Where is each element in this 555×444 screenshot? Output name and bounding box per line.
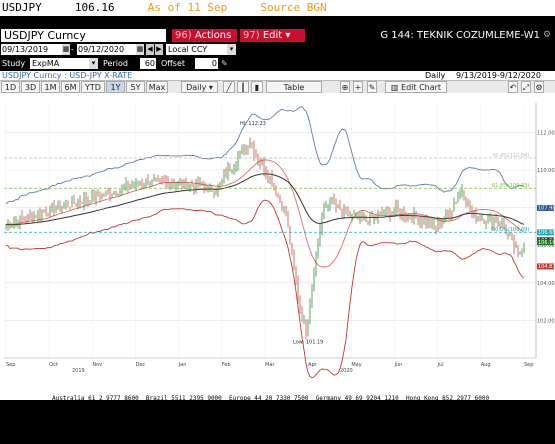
line-chart-icon[interactable]: ╱ bbox=[223, 81, 235, 93]
study-row: Study ExpMA ▾ Period 60 Offset 0 ✎ bbox=[0, 57, 555, 71]
period-button-ytd[interactable]: YTD bbox=[81, 81, 105, 93]
period-button-3d[interactable]: 3D bbox=[21, 81, 40, 93]
security-field[interactable]: USDJPY Curncy bbox=[1, 29, 166, 42]
table-button-label: Table bbox=[283, 83, 305, 92]
y-tick-label: 110.00 bbox=[537, 168, 555, 174]
footer-disclaimer: Australia 61 2 9777 8600 Brazil 5511 239… bbox=[0, 383, 555, 438]
source-value: BGN bbox=[306, 1, 327, 14]
period-button-1d[interactable]: 1D bbox=[1, 81, 20, 93]
x-tick-label: Jan bbox=[178, 362, 187, 368]
x-tick-label: Jul bbox=[437, 362, 444, 368]
y-tick-label: 102.00 bbox=[537, 318, 555, 324]
period-button-max[interactable]: Max bbox=[146, 81, 168, 93]
x-tick-label: Apr bbox=[308, 362, 318, 368]
source-label: Source bbox=[260, 1, 301, 14]
settings-icon[interactable]: ⚙ bbox=[543, 29, 553, 42]
as-of-date: 11 Sep bbox=[187, 1, 228, 14]
calendar-icon[interactable]: ▦ bbox=[136, 44, 144, 55]
candle-chart-icon[interactable]: ┃ bbox=[237, 81, 249, 93]
high-annotation: Hi: 112.23 bbox=[240, 121, 266, 127]
edit-label: Edit bbox=[262, 30, 283, 41]
undo-icon[interactable]: ↶ bbox=[508, 81, 518, 93]
x-tick-label: Jun bbox=[394, 362, 403, 368]
quote-line: USDJPY 106.16 As of 11 Sep Source BGN bbox=[2, 1, 327, 14]
footer-line-3: SN 168122 EET GMT+3:00 G678-6761-0 12-Se… bbox=[340, 431, 543, 438]
edit-number: 97) bbox=[243, 30, 260, 41]
table-button[interactable]: Table bbox=[266, 81, 322, 93]
last-price: 106.16 bbox=[74, 1, 115, 14]
pencil-icon[interactable]: ✎ bbox=[221, 58, 231, 69]
actions-number: 96) bbox=[175, 30, 192, 41]
price-chart[interactable]: 112.00110.00108.00106.00104.00102.00SepO… bbox=[0, 93, 555, 383]
x-tick-label: Oct bbox=[49, 362, 58, 368]
x-tick-label: May bbox=[351, 362, 361, 368]
frequency-dropdown-label: Daily bbox=[186, 83, 207, 92]
x-tick-label: Mar bbox=[265, 362, 275, 368]
currency-select[interactable]: Local CCY bbox=[166, 44, 228, 55]
fibonacci-level-label: 61.8%(109.03) bbox=[492, 183, 529, 189]
study-label: Study bbox=[2, 59, 26, 68]
function-title: G 144: TEKNIK COZUMLEME-W1 bbox=[380, 30, 540, 41]
security-toolbar: USDJPY Curncy 96) Actions ▾ 97) Edit ▾ G… bbox=[0, 28, 555, 54]
end-date-field[interactable]: 09/12/2020 bbox=[77, 44, 136, 55]
y-tick-label: 112.00 bbox=[537, 130, 555, 136]
zoom-icon[interactable]: ⊕ bbox=[340, 81, 350, 93]
period-button-5y[interactable]: 5Y bbox=[126, 81, 145, 93]
price-badge-label: 107.98 bbox=[538, 206, 555, 212]
x-tick-label: Sep bbox=[524, 362, 533, 368]
crosshair-icon[interactable]: + bbox=[353, 81, 363, 93]
ticker-symbol: USDJPY bbox=[2, 1, 42, 14]
fullscreen-icon[interactable]: ⤢ bbox=[521, 81, 531, 93]
offset-label: Offset bbox=[161, 59, 186, 68]
arrow-left-icon[interactable]: ◀ bbox=[146, 44, 154, 55]
calendar-icon[interactable]: ▦ bbox=[62, 44, 70, 55]
low-annotation: Low: 101.19 bbox=[293, 340, 323, 346]
top-quote-bar: USDJPY 106.16 As of 11 Sep Source BGN bbox=[0, 0, 555, 16]
edit-chart-button[interactable]: ▥ Edit Chart bbox=[385, 81, 447, 93]
price-badge-label: 106.16 bbox=[538, 240, 555, 246]
x-tick-label: Aug bbox=[481, 362, 491, 368]
period-label: Period bbox=[103, 59, 128, 68]
x-tick-label: Sep bbox=[6, 362, 15, 368]
price-badge-label: 106.68 bbox=[538, 230, 555, 236]
edit-menu[interactable]: 97) Edit ▾ bbox=[240, 29, 305, 42]
price-badge-label: 104.87 bbox=[538, 264, 555, 270]
fibonacci-level-label: 50.0%(106.69) bbox=[492, 227, 529, 233]
start-date-field[interactable]: 09/13/2019 bbox=[1, 44, 62, 55]
as-of-label: As of bbox=[147, 1, 181, 14]
fibonacci-level-label: 76.4%(110.64) bbox=[492, 153, 529, 159]
footer-line-2: Japan 81 3 4565 8900 Singapore 65 6212 1… bbox=[52, 413, 493, 420]
chevron-down-icon[interactable]: ▾ bbox=[89, 58, 98, 69]
offset-field[interactable]: 0 bbox=[195, 58, 218, 69]
bar-chart-icon[interactable]: ▮ bbox=[251, 81, 263, 93]
chevron-down-icon[interactable]: ▾ bbox=[227, 44, 236, 55]
x-tick-label: Dec bbox=[136, 362, 146, 368]
study-value: ExpMA bbox=[32, 59, 60, 68]
annotate-icon[interactable]: ✎ bbox=[367, 81, 377, 93]
footer-line-1: Australia 61 2 9777 8600 Brazil 5511 239… bbox=[52, 395, 490, 402]
chart-canvas[interactable]: 112.00110.00108.00106.00104.00102.00SepO… bbox=[0, 93, 555, 383]
frequency-dropdown[interactable]: Daily ▾ bbox=[181, 81, 218, 93]
period-button-6m[interactable]: 6M bbox=[61, 81, 80, 93]
x-tick-label: Nov bbox=[92, 362, 102, 368]
date-range-row: 09/13/2019 ▦ - 09/12/2020 ▦ ◀ ▶ Local CC… bbox=[0, 43, 555, 57]
period-button-1m[interactable]: 1M bbox=[41, 81, 60, 93]
currency-value: Local CCY bbox=[168, 45, 208, 54]
edit-chart-icon: ▥ bbox=[390, 83, 399, 92]
period-field[interactable]: 60 bbox=[140, 58, 156, 69]
year-label: 2020 bbox=[340, 368, 353, 374]
y-tick-label: 104.00 bbox=[537, 281, 555, 287]
edit-chart-label: Edit Chart bbox=[401, 83, 442, 92]
actions-menu[interactable]: 96) Actions ▾ bbox=[172, 29, 237, 54]
chevron-down-icon: ▾ bbox=[285, 30, 291, 41]
actions-label: Actions bbox=[194, 30, 232, 41]
settings-icon[interactable]: ⚙ bbox=[534, 81, 544, 93]
year-label: 2019 bbox=[72, 368, 85, 374]
study-select[interactable]: ExpMA bbox=[30, 58, 90, 69]
period-button-1y[interactable]: 1Y bbox=[106, 81, 125, 93]
x-tick-label: Feb bbox=[222, 362, 231, 368]
arrow-right-icon[interactable]: ▶ bbox=[155, 44, 163, 55]
